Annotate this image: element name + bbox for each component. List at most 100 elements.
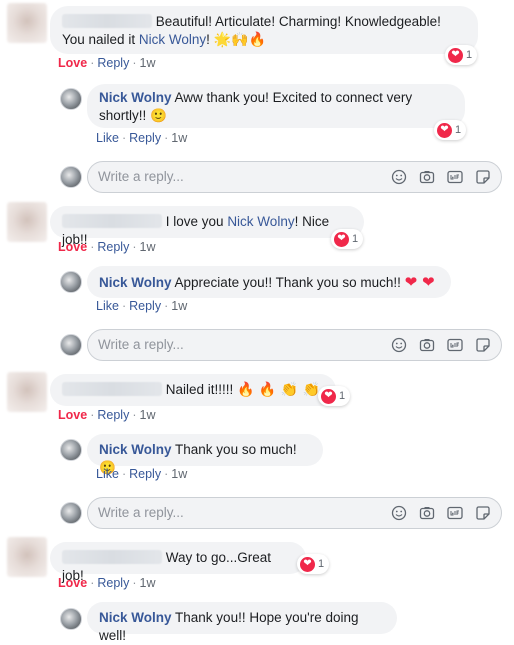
timestamp[interactable]: 1w: [171, 131, 187, 145]
reply-author-name[interactable]: Nick Wolny: [99, 610, 172, 625]
reply-input[interactable]: Write a reply...: [87, 329, 502, 361]
comment-bubble: Beautiful! Articulate! Charming! Knowled…: [50, 6, 478, 54]
reply-actions: Like · Reply · 1w: [96, 131, 187, 145]
comment-actions: Love · Reply · 1w: [58, 408, 155, 422]
commenter-name-redacted[interactable]: [62, 214, 162, 228]
heart-icon: ❤: [334, 231, 349, 247]
emoji-icon[interactable]: [390, 504, 407, 521]
commenter-avatar[interactable]: [7, 537, 47, 577]
like-link[interactable]: Like: [96, 131, 119, 145]
gif-icon[interactable]: [446, 504, 463, 521]
sticker-icon[interactable]: [474, 504, 491, 521]
love-link[interactable]: Love: [58, 576, 87, 590]
sticker-icon[interactable]: [474, 168, 491, 185]
comment-actions: Love · Reply · 1w: [58, 240, 155, 254]
reply-author-name[interactable]: Nick Wolny: [99, 442, 172, 457]
reaction-count: 1: [455, 124, 462, 136]
separator: ·: [90, 576, 95, 590]
reply-author-name[interactable]: Nick Wolny: [99, 275, 172, 290]
comment-emojis: 🔥 🔥 👏 👏: [237, 382, 321, 398]
reaction-count: 1: [352, 233, 359, 245]
camera-icon[interactable]: [418, 336, 435, 353]
timestamp[interactable]: 1w: [140, 576, 156, 590]
separator: ·: [164, 299, 169, 313]
love-link[interactable]: Love: [58, 408, 87, 422]
comment-text-trail: !: [206, 32, 210, 47]
mention-link[interactable]: Nick Wolny: [227, 214, 294, 229]
emoji-icon[interactable]: [390, 336, 407, 353]
commenter-name-redacted[interactable]: [62, 14, 152, 28]
heart-icon: ❤: [321, 388, 336, 404]
love-link[interactable]: Love: [58, 56, 87, 70]
reaction-count: 1: [466, 49, 473, 61]
commenter-avatar[interactable]: [7, 3, 47, 43]
reply-bubble: Nick Wolny Thank you so much! 🙂: [87, 434, 323, 475]
reply-placeholder: Write a reply...: [98, 169, 184, 184]
timestamp[interactable]: 1w: [171, 467, 187, 481]
commenter-avatar[interactable]: [7, 202, 47, 242]
commenter-avatar[interactable]: [7, 372, 47, 412]
timestamp[interactable]: 1w: [140, 240, 156, 254]
mention-link[interactable]: Nick Wolny: [139, 32, 206, 47]
love-reaction-badge[interactable]: ❤ 1: [318, 386, 351, 406]
reply-author-avatar[interactable]: [60, 439, 82, 461]
camera-icon[interactable]: [418, 504, 435, 521]
separator: ·: [90, 408, 95, 422]
reply-actions: Like · Reply · 1w: [96, 299, 187, 313]
love-reaction-badge[interactable]: ❤ 1: [331, 229, 364, 249]
comment-bubble: I love you Nick Wolny! Nice job!!: [50, 206, 364, 247]
timestamp[interactable]: 1w: [140, 408, 156, 422]
heart-icon: ❤: [437, 122, 452, 138]
reply-author-name[interactable]: Nick Wolny: [99, 90, 172, 105]
reply-input[interactable]: Write a reply...: [87, 161, 502, 193]
reaction-count: 1: [339, 390, 346, 402]
heart-icon: ❤: [448, 47, 463, 63]
separator: ·: [164, 131, 169, 145]
comment-actions: Love · Reply · 1w: [58, 576, 155, 590]
gif-icon[interactable]: [446, 336, 463, 353]
reply-bubble: Nick Wolny Appreciate you!! Thank you so…: [87, 266, 451, 298]
commenter-name-redacted[interactable]: [62, 550, 162, 564]
separator: ·: [121, 467, 127, 481]
separator: ·: [121, 131, 127, 145]
love-reaction-badge[interactable]: ❤ 1: [434, 120, 467, 140]
timestamp[interactable]: 1w: [171, 299, 187, 313]
reply-link[interactable]: Reply: [97, 240, 129, 254]
separator: ·: [90, 56, 95, 70]
reply-link[interactable]: Reply: [129, 131, 161, 145]
comment-actions: Love · Reply · 1w: [58, 56, 155, 70]
like-link[interactable]: Like: [96, 467, 119, 481]
separator: ·: [121, 299, 127, 313]
comment-bubble: Nailed it!!!!! 🔥 🔥 👏 👏: [50, 374, 336, 406]
reply-link[interactable]: Reply: [97, 56, 129, 70]
love-link[interactable]: Love: [58, 240, 87, 254]
emoji-icon[interactable]: [390, 168, 407, 185]
like-link[interactable]: Like: [96, 299, 119, 313]
camera-icon[interactable]: [418, 168, 435, 185]
current-user-avatar: [60, 502, 82, 524]
reply-author-avatar[interactable]: [60, 88, 82, 110]
current-user-avatar: [60, 166, 82, 188]
comment-emojis: 🌟🙌🔥: [213, 32, 266, 48]
love-reaction-badge[interactable]: ❤ 1: [445, 45, 478, 65]
sticker-icon[interactable]: [474, 336, 491, 353]
commenter-name-redacted[interactable]: [62, 382, 162, 396]
reply-author-avatar[interactable]: [60, 271, 82, 293]
love-reaction-badge[interactable]: ❤ 1: [297, 554, 330, 574]
separator: ·: [164, 467, 169, 481]
reply-link[interactable]: Reply: [97, 408, 129, 422]
reply-placeholder: Write a reply...: [98, 505, 184, 520]
reply-link[interactable]: Reply: [97, 576, 129, 590]
reply-author-avatar[interactable]: [60, 608, 82, 630]
comment-bubble: Way to go...Great job!: [50, 542, 306, 583]
reaction-count: 1: [318, 558, 325, 570]
reply-input[interactable]: Write a reply...: [87, 497, 502, 529]
separator: ·: [90, 240, 95, 254]
separator: ·: [132, 408, 137, 422]
reply-link[interactable]: Reply: [129, 467, 161, 481]
timestamp[interactable]: 1w: [140, 56, 156, 70]
heart-icon: ❤: [300, 556, 315, 572]
gif-icon[interactable]: [446, 168, 463, 185]
reply-link[interactable]: Reply: [129, 299, 161, 313]
reply-placeholder: Write a reply...: [98, 337, 184, 352]
